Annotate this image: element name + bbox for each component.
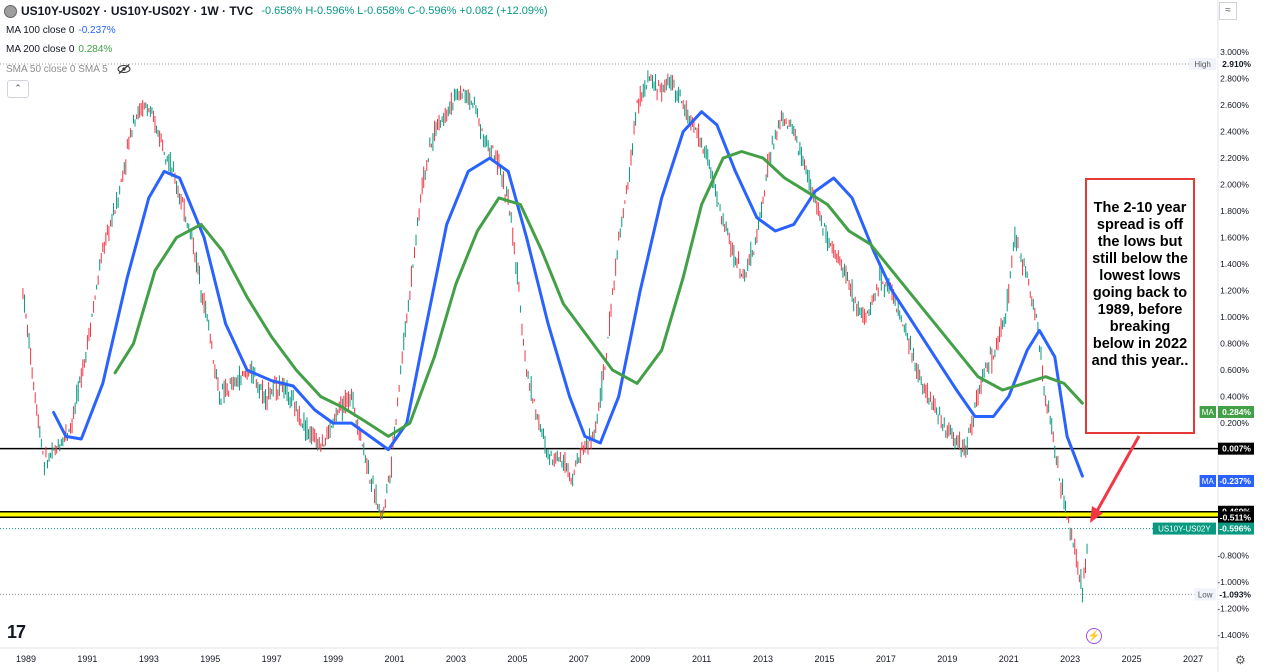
indicator-label: MA 100 close 0 (6, 25, 75, 36)
price-axis-label: 2.800% (1220, 74, 1249, 84)
gear-icon[interactable]: ⚙ (1235, 653, 1246, 667)
price-tag-prefix: MA (1202, 408, 1215, 417)
annotation-callout: The 2-10 year spread is off the lows but… (1085, 178, 1195, 434)
price-axis-label: -1.000% (1217, 577, 1249, 587)
price-axis-label: 0.600% (1220, 365, 1249, 375)
currency-toggle-button[interactable]: ≈ (1219, 2, 1237, 20)
chart-area[interactable]: 3.000% 2.800% 2.600% 2.400% 2.200% 2.000% 1.80… (0, 0, 1266, 672)
time-axis-label: 1993 (139, 654, 159, 664)
price-axis-label: -1.200% (1217, 604, 1249, 614)
time-axis-label: 2001 (385, 654, 405, 664)
price-axis-label: 2.400% (1220, 127, 1249, 137)
indicator-label: MA 200 close 0 (6, 44, 75, 55)
time-axis-label: 2013 (753, 654, 773, 664)
price-tag-prefix: US10Y-US02Y (1158, 525, 1211, 534)
price-tag-value: -0.511% (1220, 512, 1252, 522)
price-axis-label: 0.400% (1220, 392, 1249, 402)
price-tag-value: 2.910% (1222, 59, 1251, 69)
annotation-arrow (1095, 435, 1141, 512)
time-axis-label: 2003 (446, 654, 466, 664)
price-tag-value: -0.237% (1219, 476, 1251, 486)
price-tag-value: -1.093% (1219, 589, 1251, 599)
price-axis-label: 2.200% (1220, 153, 1249, 163)
tradingview-logo[interactable]: 17 (7, 622, 26, 643)
price-axis-label: 1.000% (1220, 312, 1249, 322)
symbol-logo-icon (4, 4, 17, 18)
time-axis-label: 2007 (569, 654, 589, 664)
lightning-icon[interactable]: ⚡ (1086, 628, 1102, 644)
price-axis-label: 3.000% (1220, 47, 1249, 57)
time-axis-label: 2023 (1060, 654, 1080, 664)
indicator-label: SMA 50 close 0 SMA 5 (6, 64, 108, 75)
price-axis-label: 2.600% (1220, 100, 1249, 110)
indicator-value: 0.284% (78, 44, 113, 55)
time-axis-label: 2019 (937, 654, 957, 664)
time-axis-label: 1995 (200, 654, 220, 664)
symbol-title[interactable]: US10Y-US02Y · US10Y-US02Y · 1W · TVC (21, 4, 253, 18)
indicator-ma200[interactable]: MA 200 close 0 0.284% (6, 44, 112, 55)
eye-off-icon[interactable] (117, 64, 131, 75)
price-tag-prefix: Low (1198, 590, 1213, 599)
ohlc-readout: -0.658% H-0.596% L-0.658% C-0.596% +0.08… (261, 5, 548, 17)
indicator-sma50[interactable]: SMA 50 close 0 SMA 5 (6, 64, 131, 75)
price-tag-prefix: High (1194, 60, 1210, 69)
time-axis-label: 2021 (999, 654, 1019, 664)
price-axis-label: 1.800% (1220, 206, 1249, 216)
time-axis-label: 2011 (692, 654, 711, 664)
time-axis-label: 2017 (876, 654, 896, 664)
ma200-line (113, 150, 1084, 438)
price-axis-label: 0.200% (1220, 418, 1249, 428)
time-axis-label: 1999 (323, 654, 343, 664)
time-axis-label: 2025 (1122, 654, 1142, 664)
symbol-header: US10Y-US02Y · US10Y-US02Y · 1W · TVC -0.… (4, 4, 548, 18)
price-tag-value: 0.007% (1222, 444, 1251, 454)
time-axis-label: 2015 (814, 654, 834, 664)
price-tag-prefix: MA (1202, 477, 1215, 486)
chevron-up-icon[interactable]: ⌃ (7, 80, 29, 98)
price-tag-value: 0.284% (1222, 407, 1251, 417)
price-axis-label: 1.400% (1220, 259, 1249, 269)
price-axis-label: -0.800% (1217, 551, 1249, 561)
support-zone (0, 511, 1218, 518)
time-axis-label: 1991 (77, 654, 97, 664)
indicator-ma100[interactable]: MA 100 close 0 -0.237% (6, 25, 116, 36)
time-axis-label: 1989 (16, 654, 36, 664)
price-axis-label: 1.600% (1220, 233, 1249, 243)
price-axis-label: 2.000% (1220, 180, 1249, 190)
price-axis-label: 0.800% (1220, 339, 1249, 349)
price-tag-value: -0.596% (1219, 524, 1251, 534)
time-axis-label: 1997 (262, 654, 282, 664)
price-axis-label: 1.200% (1220, 286, 1249, 296)
price-axis-label: -1.400% (1217, 630, 1249, 640)
ma100-line (52, 110, 1084, 478)
time-axis-label: 2027 (1183, 654, 1203, 664)
indicator-value: -0.237% (78, 25, 116, 36)
price-chart[interactable]: 3.000% 2.800% 2.600% 2.400% 2.200% 2.000% 1.80… (0, 0, 1266, 672)
time-axis-label: 2005 (507, 654, 527, 664)
time-axis-label: 2009 (630, 654, 650, 664)
